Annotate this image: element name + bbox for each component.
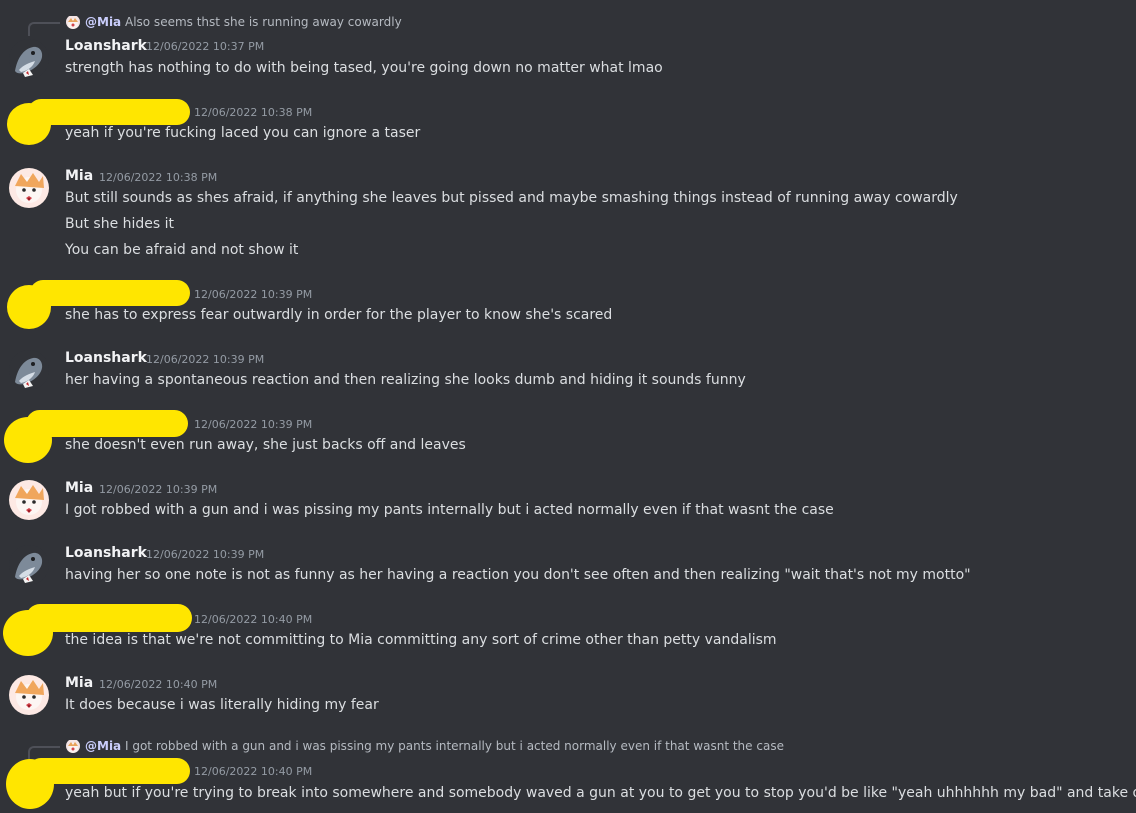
message: Mia 12/06/2022 10:40 PM It does because …	[0, 667, 1136, 727]
message: @Mia Also seems thst she is running away…	[0, 0, 1136, 90]
timestamp[interactable]: 12/06/2022 10:39 PM	[146, 353, 264, 367]
message: 12/06/2022 10:39 PM she doesn't even run…	[0, 407, 1136, 467]
redaction-mark	[28, 758, 190, 784]
username[interactable]: Loanshark	[65, 349, 147, 367]
reply-preview[interactable]: @Mia Also seems thst she is running away…	[85, 14, 402, 30]
timestamp[interactable]: 12/06/2022 10:39 PM	[194, 288, 312, 302]
timestamp[interactable]: 12/06/2022 10:38 PM	[194, 106, 312, 120]
redaction-mark	[26, 604, 192, 632]
username[interactable]: Mia	[65, 167, 93, 185]
message-text: It does because i was literally hiding m…	[65, 697, 379, 713]
timestamp[interactable]: 12/06/2022 10:37 PM	[146, 40, 264, 54]
timestamp[interactable]: 12/06/2022 10:40 PM	[99, 678, 217, 692]
message: Loanshark 12/06/2022 10:39 PM having her…	[0, 537, 1136, 597]
reply-text: Also seems thst she is running away cowa…	[124, 15, 402, 29]
redaction-mark	[28, 99, 190, 125]
message-text: But she hides it	[65, 216, 175, 232]
message: 12/06/2022 10:40 PM the idea is that we'…	[0, 602, 1136, 662]
username[interactable]: Loanshark	[65, 37, 147, 55]
redaction-mark	[26, 410, 188, 437]
message: @Mia I got robbed with a gun and i was p…	[0, 733, 1136, 813]
message-text: having her so one note is not as funny a…	[65, 567, 971, 583]
avatar-mia[interactable]	[9, 675, 49, 715]
reply-avatar[interactable]	[66, 15, 80, 29]
avatar-loanshark[interactable]	[9, 39, 49, 79]
reply-avatar[interactable]	[66, 739, 80, 753]
avatar-mia[interactable]	[9, 480, 49, 520]
avatar-loanshark[interactable]	[9, 350, 49, 390]
message-text: her having a spontaneous reaction and th…	[65, 372, 746, 388]
message-text: yeah but if you're trying to break into …	[65, 785, 1136, 801]
message: Loanshark 12/06/2022 10:39 PM her having…	[0, 342, 1136, 402]
reply-mention[interactable]: @Mia	[85, 739, 121, 753]
username[interactable]: Loanshark	[65, 544, 147, 562]
message: Mia 12/06/2022 10:39 PM I got robbed wit…	[0, 472, 1136, 532]
message-text: yeah if you're fucking laced you can ign…	[65, 125, 421, 141]
timestamp[interactable]: 12/06/2022 10:40 PM	[194, 613, 312, 627]
timestamp[interactable]: 12/06/2022 10:38 PM	[99, 171, 217, 185]
reply-connector	[28, 22, 60, 36]
avatar-loanshark[interactable]	[9, 545, 49, 585]
message-text: she doesn't even run away, she just back…	[65, 437, 466, 453]
message-text: I got robbed with a gun and i was pissin…	[65, 502, 834, 518]
message-text: But still sounds as shes afraid, if anyt…	[65, 190, 958, 206]
timestamp[interactable]: 12/06/2022 10:39 PM	[99, 483, 217, 497]
message-text: the idea is that we're not committing to…	[65, 632, 777, 648]
avatar-mia[interactable]	[9, 168, 49, 208]
message-text: she has to express fear outwardly in ord…	[65, 307, 613, 323]
message: Mia 12/06/2022 10:38 PM But still sounds…	[0, 160, 1136, 270]
reply-preview[interactable]: @Mia I got robbed with a gun and i was p…	[85, 738, 784, 754]
timestamp[interactable]: 12/06/2022 10:40 PM	[194, 765, 312, 779]
reply-mention[interactable]: @Mia	[85, 15, 121, 29]
reply-text: I got robbed with a gun and i was pissin…	[124, 739, 784, 753]
username[interactable]: Mia	[65, 479, 93, 497]
message-text: strength has nothing to do with being ta…	[65, 60, 663, 76]
message: 12/06/2022 10:38 PM yeah if you're fucki…	[0, 95, 1136, 155]
message-text: You can be afraid and not show it	[65, 242, 299, 258]
timestamp[interactable]: 12/06/2022 10:39 PM	[194, 418, 312, 432]
timestamp[interactable]: 12/06/2022 10:39 PM	[146, 548, 264, 562]
message: 12/06/2022 10:39 PM she has to express f…	[0, 277, 1136, 337]
username[interactable]: Mia	[65, 674, 93, 692]
redaction-mark	[30, 280, 190, 306]
